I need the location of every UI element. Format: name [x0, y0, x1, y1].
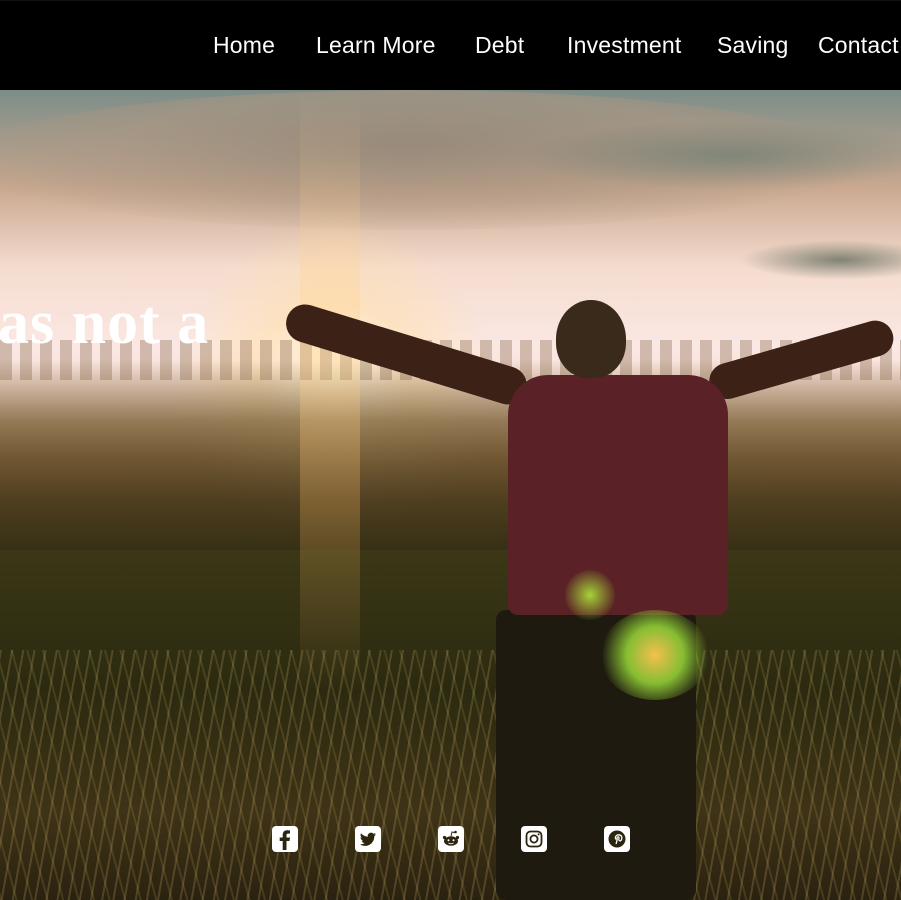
- nav-item-contact[interactable]: Contact: [818, 32, 899, 59]
- hero-section: as not a: [0, 90, 901, 900]
- nav-item-debt[interactable]: Debt: [475, 32, 524, 59]
- nav-item-learn-more[interactable]: Learn More: [316, 32, 436, 59]
- nav-item-home[interactable]: Home: [213, 32, 275, 59]
- hero-lens-flare: [300, 90, 360, 690]
- hero-lens-flare: [565, 570, 615, 620]
- person-body: [508, 375, 728, 615]
- hero-background-cloud: [740, 240, 901, 280]
- hero-headline: as not a: [0, 289, 210, 357]
- nav-item-investment[interactable]: Investment: [567, 32, 682, 59]
- twitter-icon[interactable]: [355, 826, 381, 852]
- top-navigation-bar: Home Learn More Debt Investment Saving C…: [0, 0, 901, 91]
- instagram-icon[interactable]: [521, 826, 547, 852]
- hero-background-hills: [0, 360, 901, 560]
- pinterest-icon[interactable]: [604, 826, 630, 852]
- reddit-icon[interactable]: [438, 826, 464, 852]
- hero-lens-flare: [600, 610, 710, 700]
- person-head: [556, 300, 626, 378]
- hero-background-grass: [0, 650, 901, 900]
- main-nav: Home Learn More Debt Investment Saving C…: [0, 1, 901, 91]
- nav-item-saving[interactable]: Saving: [717, 32, 789, 59]
- social-links: [272, 826, 632, 854]
- facebook-icon[interactable]: [272, 826, 298, 852]
